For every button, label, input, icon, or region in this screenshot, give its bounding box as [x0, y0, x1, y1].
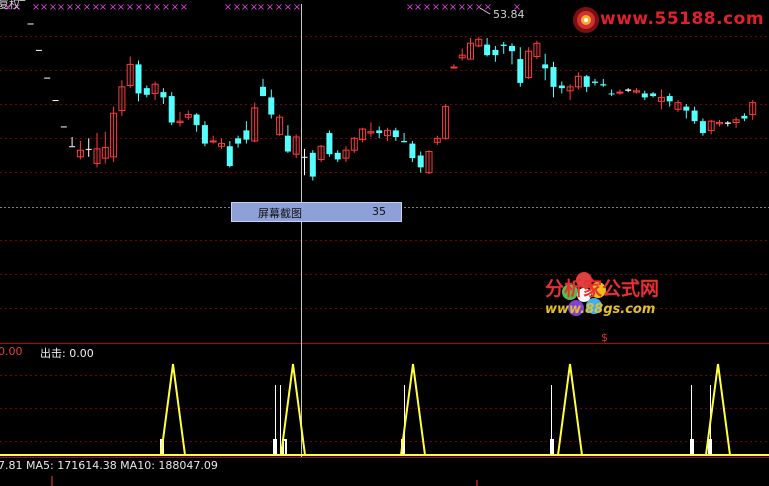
candle-body [450, 66, 458, 69]
indicator-value: 0.00 [0, 345, 23, 358]
x-marker: × [466, 2, 474, 13]
candle-body [550, 67, 557, 87]
candle-body [69, 146, 76, 148]
candle-body [724, 122, 731, 124]
x-marker: × [162, 2, 170, 13]
window-title: 复权 [0, 0, 20, 11]
candle-body [19, 0, 26, 1]
dollar-marker: $ [601, 331, 608, 344]
candle-body [583, 76, 590, 87]
candle-body [741, 115, 748, 119]
x-marker: × [40, 2, 48, 13]
candle-body [699, 121, 706, 134]
screenshot-tooltip: 屏幕截图 35 [231, 202, 402, 222]
candle-body [683, 106, 690, 111]
candle-body [625, 89, 632, 91]
candle-body [268, 97, 275, 115]
candle-body [309, 152, 316, 177]
tooltip-value: 35 [372, 205, 386, 218]
x-marker: × [241, 2, 249, 13]
candle-body [35, 49, 42, 51]
x-marker: × [57, 2, 65, 13]
x-marker: × [135, 2, 143, 13]
x-marker: × [153, 2, 161, 13]
candlestick-chart[interactable]: × × × × × × × × × ×× × × × × × × × × × × × × ×× × × × × × × × × × × × × × × × [0, 0, 769, 486]
candle-body [592, 81, 598, 83]
candle-body [235, 138, 242, 144]
candle-body [168, 96, 175, 123]
candle-body [301, 156, 308, 158]
candle-body [600, 84, 607, 86]
x-marker: × [224, 2, 232, 13]
candle-body [492, 49, 499, 56]
candle-body [226, 146, 233, 167]
candle-body [135, 64, 142, 94]
candle-body [517, 59, 524, 83]
x-marker: × [275, 2, 283, 13]
x-marker: × [414, 2, 422, 13]
tooltip-label: 屏幕截图 [258, 207, 302, 220]
candle-body [691, 110, 698, 122]
candle-body [209, 140, 217, 143]
candle-body [201, 125, 208, 144]
candle-body [143, 88, 150, 95]
high-price-label: 53.84 [493, 8, 525, 21]
candle-body [509, 45, 515, 52]
candle-body [666, 96, 673, 102]
x-marker: × [83, 2, 91, 13]
candle-body [558, 85, 565, 89]
candle-body [484, 44, 491, 56]
candle-body [243, 130, 250, 140]
x-marker: × [99, 2, 107, 13]
x-marker: × [449, 2, 457, 13]
candle-body [60, 126, 67, 128]
indicator-label: 出击: 0.00 [40, 347, 94, 360]
candle-body [417, 155, 424, 168]
candle-body [27, 23, 34, 25]
x-marker: × [257, 2, 265, 13]
x-marker: × [284, 2, 292, 13]
candle-body [260, 86, 266, 97]
x-marker: × [475, 2, 483, 13]
candle-body [52, 100, 59, 102]
candle-body [650, 93, 657, 97]
candle-body [542, 64, 549, 69]
candle-body [284, 135, 291, 152]
x-marker: × [144, 2, 152, 13]
x-marker: × [266, 2, 274, 13]
candle-body [401, 140, 408, 143]
ma-readout: 7.81 MA5: 171614.38 MA10: 188047.09 [0, 459, 218, 472]
x-marker: × [74, 2, 82, 13]
candle-body [608, 93, 615, 95]
watermark-title: 分析家公式网 [545, 278, 660, 300]
x-marker: × [126, 2, 134, 13]
candle-body [326, 133, 333, 155]
candle-body [616, 91, 624, 94]
x-marker: × [293, 2, 301, 13]
x-marker: × [423, 2, 431, 13]
x-marker: × [117, 2, 125, 13]
candle-body [392, 130, 399, 137]
site-url-text: www.55188.com [600, 9, 765, 29]
candle-body [500, 44, 507, 46]
candle-body [641, 93, 648, 98]
x-marker: × [180, 2, 188, 13]
candle-body [376, 130, 383, 134]
candle-body [44, 77, 51, 79]
x-marker: × [432, 2, 440, 13]
candle-body [85, 148, 92, 150]
watermark-url: www.88gs.com [545, 302, 656, 317]
stock-chart-window: × × × × × × × × × × × × × × × × × × × × × × × × × × × × × × × × × × × × × × × ×… [0, 0, 769, 486]
candle-body [409, 143, 416, 159]
candle-body [193, 114, 200, 126]
x-marker: × [171, 2, 179, 13]
candle-body [160, 92, 167, 98]
candle-body [334, 152, 341, 160]
